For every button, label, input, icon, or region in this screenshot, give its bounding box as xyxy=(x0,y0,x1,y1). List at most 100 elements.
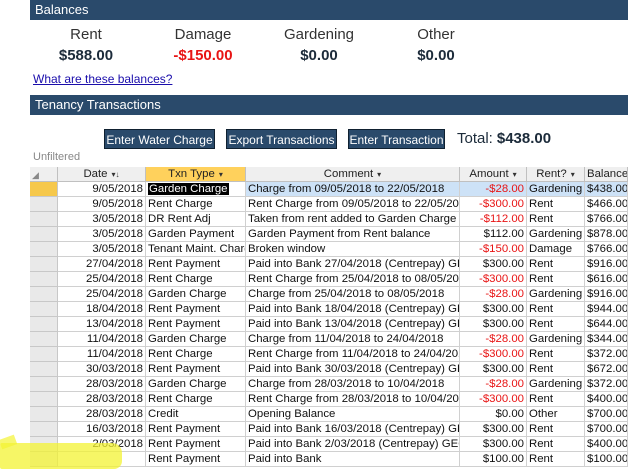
column-header-amount[interactable]: Amount ▾ xyxy=(460,167,527,182)
cell-rent[interactable]: Rent xyxy=(527,362,585,377)
cell-balance[interactable]: $916.00 xyxy=(585,287,628,302)
cell-date[interactable]: 13/04/2018 xyxy=(58,317,146,332)
cell-balance[interactable]: $766.00 xyxy=(585,212,628,227)
cell-type[interactable]: Garden Charge xyxy=(146,332,246,347)
row-selector[interactable] xyxy=(30,317,58,332)
cell-balance[interactable]: $400.00 xyxy=(585,437,628,452)
cell-type[interactable]: Garden Payment xyxy=(146,227,246,242)
cell-rent[interactable]: Gardening xyxy=(527,227,585,242)
cell-balance[interactable]: $916.00 xyxy=(585,257,628,272)
cell-rent[interactable]: Gardening xyxy=(527,377,585,392)
cell-amount[interactable]: $100.00 xyxy=(460,452,527,467)
cell-type[interactable]: Rent Payment xyxy=(146,362,246,377)
cell-type[interactable]: Garden Charge xyxy=(146,287,246,302)
cell-rent[interactable]: Rent xyxy=(527,392,585,407)
cell-amount[interactable]: -$300.00 xyxy=(460,272,527,287)
column-header-rent[interactable]: Rent? ▾ xyxy=(527,167,585,182)
cell-type[interactable]: Garden Charge xyxy=(146,182,246,197)
column-header-comment[interactable]: Comment ▾ xyxy=(246,167,460,182)
cell-type[interactable]: Rent Charge xyxy=(146,197,246,212)
table-row[interactable]: 9/05/2018 Rent Charge Rent Charge from 09/… xyxy=(30,197,628,212)
row-selector[interactable] xyxy=(30,332,58,347)
cell-amount[interactable]: $300.00 xyxy=(460,317,527,332)
row-selector[interactable] xyxy=(30,287,58,302)
table-row[interactable]: 3/05/2018 Tenant Maint. ChargeBroken wind… xyxy=(30,242,628,257)
column-header-balance[interactable]: Balance▾ xyxy=(585,167,628,182)
enter-water-charge-button[interactable]: Enter Water Charge xyxy=(104,129,215,149)
row-selector[interactable] xyxy=(30,377,58,392)
table-row[interactable]: 25/04/2018 Garden Charge Charge from 25/04… xyxy=(30,287,628,302)
cell-type[interactable]: Rent Payment xyxy=(146,422,246,437)
cell-comment[interactable]: Charge from 11/04/2018 to 24/04/2018 xyxy=(246,332,460,347)
cell-type[interactable]: Rent Payment xyxy=(146,257,246,272)
cell-rent[interactable]: Gardening xyxy=(527,332,585,347)
cell-balance[interactable]: $438.00 xyxy=(585,182,628,197)
cell-type[interactable]: Tenant Maint. Charge xyxy=(146,242,246,257)
cell-rent[interactable]: Rent xyxy=(527,422,585,437)
cell-rent[interactable]: Rent xyxy=(527,212,585,227)
cell-balance[interactable]: $944.00 xyxy=(585,302,628,317)
select-all-corner[interactable]: ◢ xyxy=(30,167,58,182)
table-row[interactable]: 28/03/2018 Garden Charge Charge from 28/03… xyxy=(30,377,628,392)
cell-rent[interactable]: Rent xyxy=(527,437,585,452)
export-transactions-button[interactable]: Export Transactions xyxy=(226,129,337,149)
cell-date[interactable]: 28/03/2018 xyxy=(58,392,146,407)
cell-balance[interactable]: $644.00 xyxy=(585,317,628,332)
table-row[interactable]: 3/05/2018 DR Rent Adj Taken from rent adde… xyxy=(30,212,628,227)
cell-type[interactable]: Rent Charge xyxy=(146,392,246,407)
cell-comment[interactable]: Charge from 25/04/2018 to 08/05/2018 xyxy=(246,287,460,302)
cell-amount[interactable]: $300.00 xyxy=(460,362,527,377)
cell-date[interactable]: 25/04/2018 xyxy=(58,287,146,302)
table-row[interactable]: 9/05/2018 Garden Charge Charge from 09/05/… xyxy=(30,182,628,197)
column-header-date[interactable]: Date ▾↓ xyxy=(58,167,146,182)
cell-balance[interactable]: $372.00 xyxy=(585,377,628,392)
cell-date[interactable]: 16/03/2018 xyxy=(58,422,146,437)
cell-balance[interactable]: $766.00 xyxy=(585,242,628,257)
row-selector[interactable] xyxy=(30,302,58,317)
cell-balance[interactable]: $400.00 xyxy=(585,392,628,407)
cell-date[interactable]: 3/05/2018 xyxy=(58,227,146,242)
table-row[interactable]: 11/04/2018 Rent Charge Rent Charge from 11… xyxy=(30,347,628,362)
cell-amount[interactable]: -$28.00 xyxy=(460,287,527,302)
cell-comment[interactable]: Paid into Bank 16/03/2018 (Centrepay) GE… xyxy=(246,422,460,437)
cell-amount[interactable]: $300.00 xyxy=(460,437,527,452)
cell-balance[interactable]: $466.00 xyxy=(585,197,628,212)
row-selector[interactable] xyxy=(30,227,58,242)
row-selector[interactable] xyxy=(30,422,58,437)
cell-comment[interactable]: Paid into Bank 2/03/2018 (Centrepay) GEO xyxy=(246,437,460,452)
table-row[interactable]: 30/03/2018 Rent Payment Paid into Bank 30/… xyxy=(30,362,628,377)
cell-amount[interactable]: $300.00 xyxy=(460,422,527,437)
table-row[interactable]: 11/04/2018 Garden Charge Charge from 11/04… xyxy=(30,332,628,347)
cell-date[interactable]: 11/04/2018 xyxy=(58,332,146,347)
cell-date[interactable]: 30/03/2018 xyxy=(58,362,146,377)
cell-type[interactable]: Rent Payment xyxy=(146,317,246,332)
cell-date[interactable]: 11/04/2018 xyxy=(58,347,146,362)
row-selector[interactable] xyxy=(30,257,58,272)
cell-rent[interactable]: Damage xyxy=(527,242,585,257)
cell-type[interactable]: Garden Charge xyxy=(146,377,246,392)
cell-rent[interactable]: Rent xyxy=(527,452,585,467)
table-row[interactable]: 28/03/2018 Credit Opening Balance $0.00 Othe… xyxy=(30,407,628,422)
cell-comment[interactable]: Rent Charge from 11/04/2018 to 24/04/201… xyxy=(246,347,460,362)
cell-type[interactable]: Rent Payment xyxy=(146,302,246,317)
cell-comment[interactable]: Opening Balance xyxy=(246,407,460,422)
row-selector[interactable] xyxy=(30,347,58,362)
table-row[interactable]: 28/03/2018 Rent Charge Rent Charge from 28… xyxy=(30,392,628,407)
cell-amount[interactable]: $112.00 xyxy=(460,227,527,242)
cell-type[interactable]: Rent Payment xyxy=(146,452,246,467)
cell-balance[interactable]: $700.00 xyxy=(585,407,628,422)
cell-rent[interactable]: Other xyxy=(527,407,585,422)
cell-amount[interactable]: -$300.00 xyxy=(460,392,527,407)
sort-desc-icon[interactable]: ▾↓ xyxy=(112,170,120,179)
cell-rent[interactable]: Gardening xyxy=(527,182,585,197)
cell-date[interactable]: 25/04/2018 xyxy=(58,272,146,287)
row-selector[interactable] xyxy=(30,242,58,257)
cell-comment[interactable]: Paid into Bank 18/04/2018 (Centrepay) GE… xyxy=(246,302,460,317)
cell-type[interactable]: Rent Charge xyxy=(146,347,246,362)
table-row[interactable]: 13/04/2018 Rent Payment Paid into Bank 13/… xyxy=(30,317,628,332)
cell-amount[interactable]: -$112.00 xyxy=(460,212,527,227)
cell-date[interactable]: 3/05/2018 xyxy=(58,212,146,227)
cell-type[interactable]: Rent Charge xyxy=(146,272,246,287)
table-row[interactable]: 3/05/2018 Garden Payment Garden Payment fr… xyxy=(30,227,628,242)
filter-dropdown-icon[interactable]: ▾ xyxy=(571,170,575,179)
